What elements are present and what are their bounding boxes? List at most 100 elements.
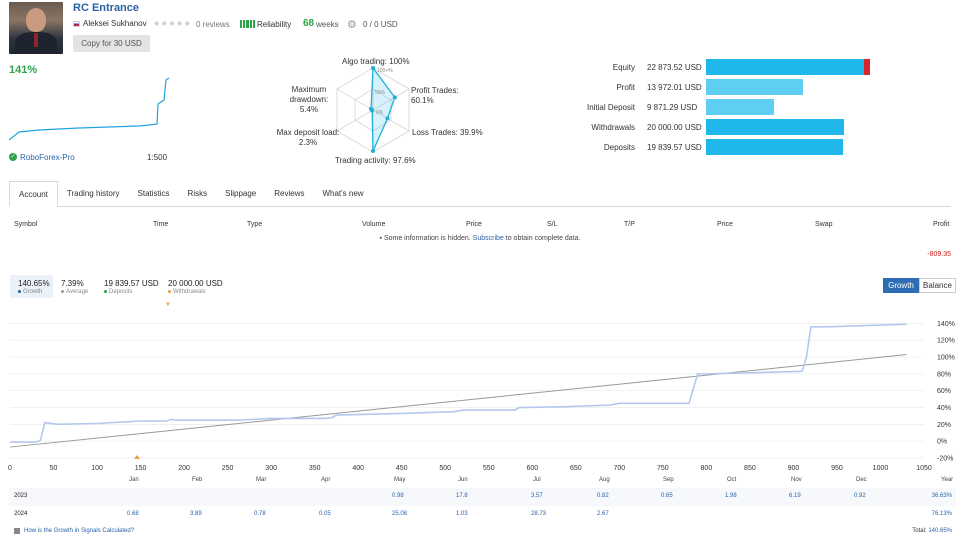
tab-slippage[interactable]: Slippage bbox=[216, 181, 265, 207]
equity-label: Equity bbox=[612, 63, 635, 72]
equity-loss-bar bbox=[864, 59, 870, 75]
total-growth: Total: 140.65% bbox=[912, 528, 952, 534]
radar-tick-50: 50% bbox=[375, 90, 386, 96]
x-tick-label: 100 bbox=[91, 465, 103, 472]
year-total: 76.13% bbox=[931, 511, 952, 517]
stat-label-text: Deposits bbox=[109, 289, 133, 295]
month-value[interactable]: 3.57 bbox=[531, 493, 543, 499]
year-label: 2024 bbox=[14, 511, 28, 517]
leverage: 1:500 bbox=[147, 153, 168, 162]
tab-bar: Account Trading history Statistics Risks Sli… bbox=[9, 181, 951, 207]
stat-label: Withdrawals bbox=[168, 289, 223, 295]
year-row-bg-2023 bbox=[9, 488, 956, 506]
x-tick-label: 800 bbox=[701, 465, 713, 472]
tab-statistics[interactable]: Statistics bbox=[129, 181, 179, 207]
total-profit: -809.35 bbox=[927, 251, 951, 258]
radar-label-loss: Loss Trades: 39.9% bbox=[412, 128, 483, 137]
month-value[interactable]: 28.73 bbox=[531, 511, 546, 517]
month-value[interactable]: 2.67 bbox=[597, 511, 609, 517]
equity-bar bbox=[706, 79, 803, 95]
month-value[interactable]: 3.89 bbox=[190, 511, 202, 517]
stat-withdrawals: 20 000.00 USD Withdrawals bbox=[168, 279, 223, 295]
russia-flag-icon bbox=[73, 21, 80, 27]
hidden-info-notice: ▪ Some information is hidden. Subscribe … bbox=[0, 235, 960, 242]
y-tick-label: 100% bbox=[937, 355, 955, 362]
tab-trading-history[interactable]: Trading history bbox=[58, 181, 129, 207]
balance-toggle-button[interactable]: Balance bbox=[919, 278, 956, 293]
month-header: Oct bbox=[727, 477, 737, 483]
tab-what-s-new[interactable]: What's new bbox=[313, 181, 372, 207]
stat-label: Deposits bbox=[104, 289, 159, 295]
stat-value: 7.39% bbox=[61, 279, 84, 288]
x-tick-label: 650 bbox=[570, 465, 582, 472]
year-total: 36.63% bbox=[931, 493, 952, 499]
equity-bar bbox=[706, 139, 843, 155]
stat-label-text: Withdrawals bbox=[173, 289, 206, 295]
month-value[interactable]: 1.03 bbox=[456, 511, 468, 517]
author-name[interactable]: Aleksei Sukhanov bbox=[83, 19, 147, 28]
equity-value: 22 873.52 USD bbox=[647, 63, 702, 72]
x-tick-label: 300 bbox=[265, 465, 277, 472]
col-type: Type bbox=[247, 221, 263, 228]
tab-reviews[interactable]: Reviews bbox=[265, 181, 313, 207]
col-swap: Swap bbox=[815, 221, 833, 228]
month-header: Jul bbox=[533, 477, 541, 483]
equity-label: Profit bbox=[616, 83, 635, 92]
month-value[interactable]: 0.65 bbox=[661, 493, 673, 499]
radar-tick-100: 100+% bbox=[377, 68, 393, 74]
stat-label-text: Growth bbox=[23, 289, 43, 295]
month-value[interactable]: 0.82 bbox=[597, 493, 609, 499]
stat-value: 20 000.00 USD bbox=[168, 279, 223, 288]
reviews-count[interactable]: 0 reviews bbox=[196, 20, 230, 29]
month-value[interactable]: 0.78 bbox=[254, 511, 266, 517]
y-tick-label: 120% bbox=[937, 338, 955, 345]
y-tick-label: 140% bbox=[937, 321, 955, 328]
month-value[interactable]: 6.19 bbox=[789, 493, 801, 499]
equity-label: Withdrawals bbox=[591, 123, 635, 132]
how-growth-link[interactable]: How is the Growth in Signals Calculated? bbox=[24, 528, 134, 534]
month-header: May bbox=[394, 477, 406, 483]
equity-value: 20 000.00 USD bbox=[647, 123, 702, 132]
col-time: Time bbox=[153, 221, 169, 228]
deposit-marker-icon bbox=[134, 455, 140, 459]
month-value[interactable]: 0.05 bbox=[319, 511, 331, 517]
help-icon bbox=[14, 528, 20, 534]
month-value[interactable]: 17.8 bbox=[456, 493, 468, 499]
signal-title[interactable]: RC Entrance bbox=[73, 2, 139, 14]
month-value[interactable]: 0.68 bbox=[127, 511, 139, 517]
growth-chart[interactable]: 140% 120% 100% 80% 60% 40% 20% 0% -20% 0 50 100 150 2… bbox=[0, 305, 960, 475]
broker-link[interactable]: RoboForex-Pro bbox=[20, 153, 75, 162]
author-avatar[interactable] bbox=[9, 2, 63, 54]
month-value[interactable]: 1.98 bbox=[725, 493, 737, 499]
radar-label-algo: Algo trading: 100% bbox=[342, 57, 410, 66]
month-header: Sep bbox=[663, 477, 674, 483]
info-text: Some information is hidden. bbox=[383, 235, 471, 242]
month-value[interactable]: 25.08 bbox=[392, 511, 407, 517]
tab-account[interactable]: Account bbox=[9, 181, 58, 207]
x-tick-label: 150 bbox=[135, 465, 147, 472]
stat-value: 19 839.57 USD bbox=[104, 279, 159, 288]
month-value[interactable]: 0.98 bbox=[392, 493, 404, 499]
radar-point-profit bbox=[392, 95, 397, 100]
copy-button[interactable]: Copy for 30 USD bbox=[73, 35, 150, 52]
x-tick-label: 1000 bbox=[873, 465, 889, 472]
total-value: 140.65% bbox=[928, 528, 952, 534]
radar-label-drawdown: Maximum drawdown: 5.4% bbox=[289, 85, 329, 114]
total-label: Total: bbox=[912, 528, 927, 534]
legend-dot-icon bbox=[18, 289, 21, 293]
col-volume: Volume bbox=[362, 221, 386, 228]
y-tick-label: 40% bbox=[937, 405, 951, 412]
col-tp: T/P bbox=[624, 221, 635, 228]
month-value[interactable]: 0.92 bbox=[854, 493, 866, 499]
subscribe-link[interactable]: Subscribe bbox=[473, 235, 504, 242]
y-tick-label: 20% bbox=[937, 422, 951, 429]
reliability-label: Reliability bbox=[257, 20, 292, 29]
subscribers-gear-icon: ⚙ bbox=[347, 19, 357, 31]
year-row-bg-2024 bbox=[9, 506, 956, 524]
month-header: Dec bbox=[856, 477, 867, 483]
lock-icon: ▪ bbox=[379, 235, 382, 242]
month-header: Feb bbox=[192, 477, 203, 483]
radar-profit-value: 60.1% bbox=[411, 96, 434, 105]
tab-risks[interactable]: Risks bbox=[179, 181, 217, 207]
growth-toggle-button[interactable]: Growth bbox=[883, 278, 919, 293]
